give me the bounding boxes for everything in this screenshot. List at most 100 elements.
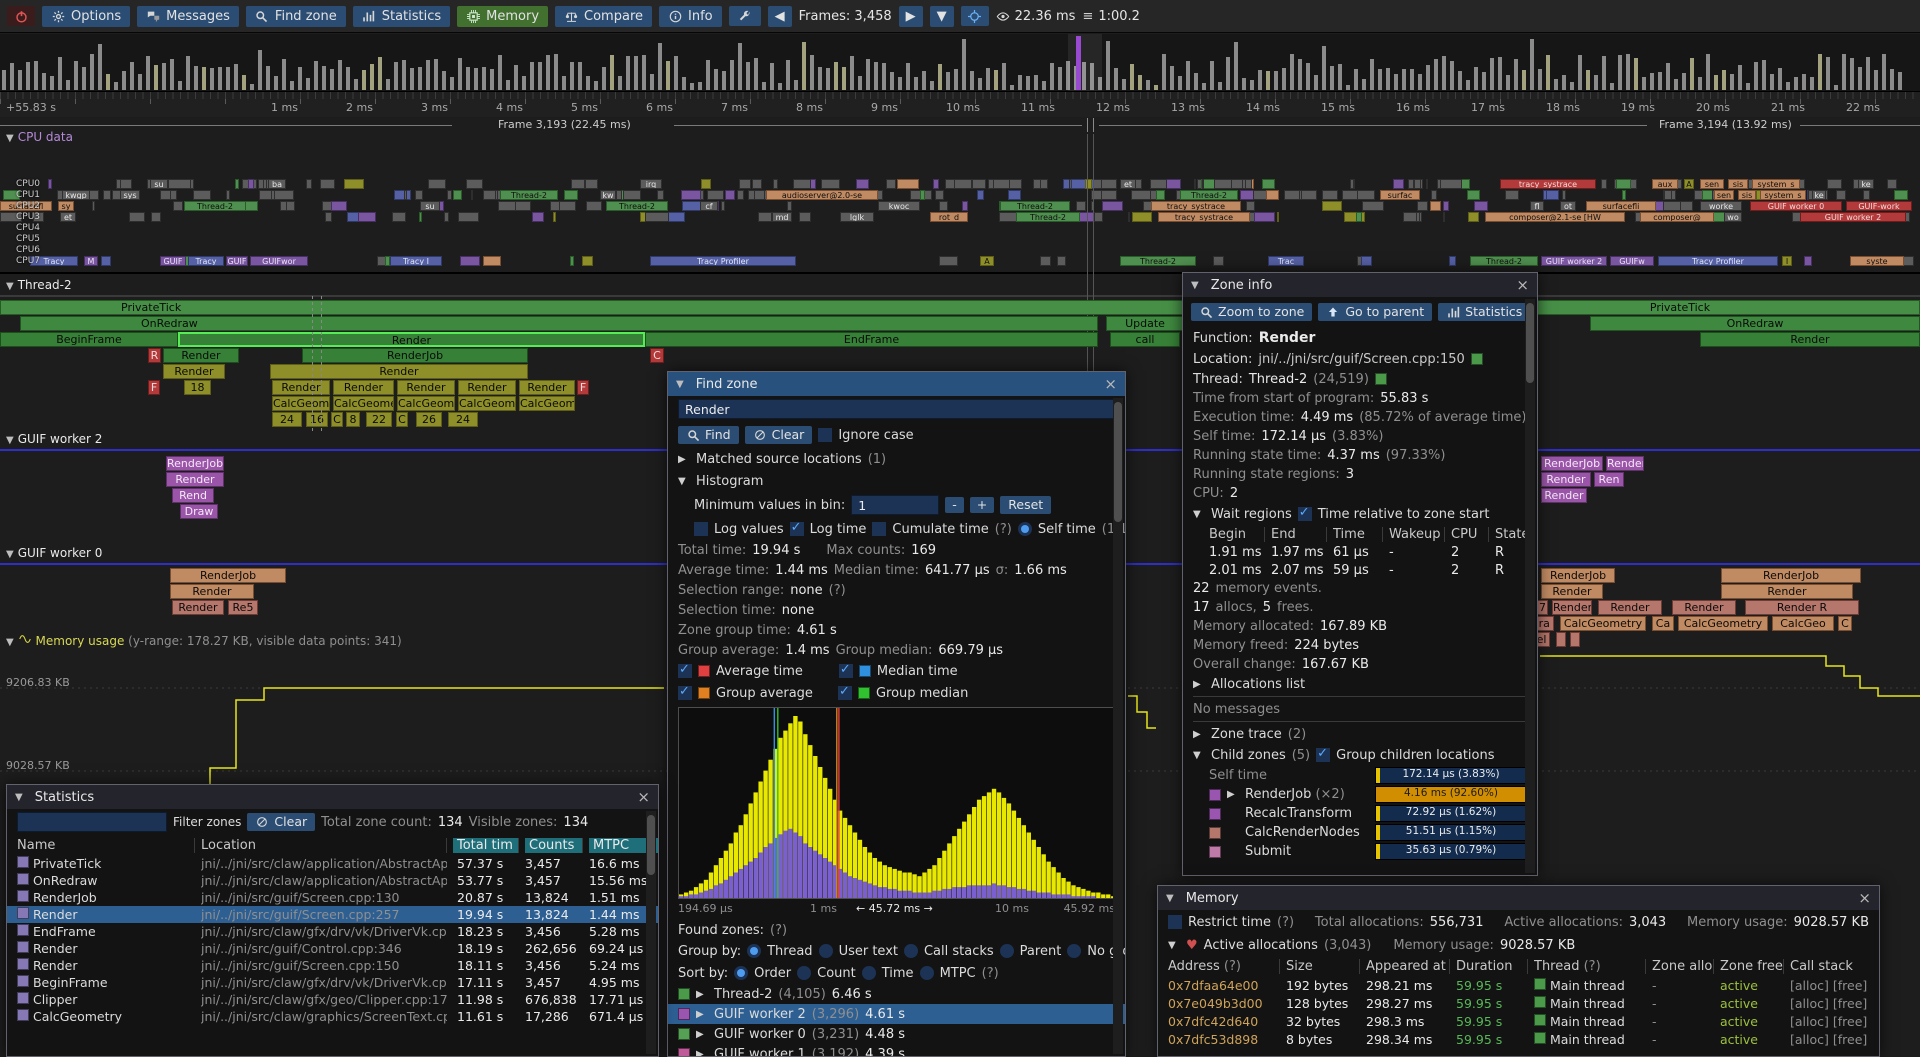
cpu-segment[interactable]: GUIFw	[1610, 256, 1654, 266]
child-zone-row[interactable]: CalcRenderNodes51.51 µs (1.15%)	[1183, 823, 1537, 842]
minimap-frame-bar[interactable]	[946, 72, 950, 90]
collapse-icon[interactable]: ▼	[1193, 750, 1205, 761]
allocation-row[interactable]: 0x7dfc42d64032 bytes298.3 ms59.95 s Main…	[1158, 1012, 1879, 1030]
cpu-segment[interactable]	[358, 212, 376, 222]
timeline-zone[interactable]: Render	[333, 380, 394, 395]
minimap-frame-bar[interactable]	[1890, 69, 1894, 90]
minimap-frame-bar[interactable]	[1354, 69, 1358, 90]
minimap-frame-bar[interactable]	[250, 84, 254, 90]
minimap-frame-bar[interactable]	[994, 70, 998, 90]
timeline-zone[interactable]: CalcGeometry	[1560, 616, 1646, 631]
minimap-frame-bar[interactable]	[1786, 82, 1790, 90]
cpu-segment[interactable]: composer@2.1-se [HW	[1485, 212, 1625, 222]
child-zone-row[interactable]: Submit35.63 µs (0.79%)	[1183, 842, 1537, 861]
cpu-segment[interactable]	[428, 179, 446, 189]
minimap-frame-bar[interactable]	[482, 67, 486, 90]
minimap-frame-bar[interactable]	[754, 58, 758, 90]
cpu-segment[interactable]	[1131, 190, 1151, 200]
cpu-segment[interactable]	[1616, 179, 1631, 189]
cpu-segment[interactable]: ba	[268, 179, 286, 189]
cpu-segment[interactable]	[1214, 179, 1232, 189]
cpu-segment[interactable]	[173, 201, 183, 211]
minimap-frame-bar[interactable]	[490, 69, 494, 90]
timeline-zone[interactable]: RenderJob	[166, 456, 224, 471]
timeline-zone[interactable]: RenderJob	[170, 568, 286, 583]
timeline-zone[interactable]: Render	[1721, 584, 1853, 599]
cpu-segment[interactable]: A	[1684, 179, 1694, 189]
cpu-segment[interactable]	[1468, 212, 1479, 222]
minimap-frame-bar[interactable]	[914, 77, 918, 90]
minimap-frame-bar[interactable]	[562, 76, 566, 90]
table-header[interactable]: Begin	[1209, 527, 1265, 542]
table-header[interactable]: Time	[1333, 527, 1383, 542]
minimap-frame-bar[interactable]	[618, 76, 622, 90]
minimap-frame-bar[interactable]	[50, 76, 54, 90]
cpu-segment[interactable]: syste	[1850, 256, 1904, 266]
minimap-frame-bar[interactable]	[26, 62, 30, 90]
cpu-segment[interactable]: M	[84, 256, 98, 266]
minimap-frame-bar[interactable]	[1554, 79, 1558, 90]
minimap-frame-bar[interactable]	[1546, 55, 1550, 90]
minimap-frame-bar[interactable]	[1866, 57, 1870, 90]
collapse-icon[interactable]: ▼	[15, 792, 23, 803]
minimap-frame-bar[interactable]	[82, 67, 86, 90]
minimap-frame-bar[interactable]	[1282, 68, 1286, 90]
minimap-frame-bar[interactable]	[986, 68, 990, 90]
child-zone-row[interactable]: RecalcTransform72.92 µs (1.62%)	[1183, 804, 1537, 823]
cpu-segment[interactable]: GUIF-work	[1846, 201, 1912, 211]
cpu-segment[interactable]: aux	[1652, 179, 1678, 189]
group-median-line-checkbox[interactable]	[838, 686, 852, 700]
child-zone-bar[interactable]: 172.14 µs (3.83%)	[1375, 767, 1527, 784]
cpu-segment[interactable]	[1546, 190, 1559, 200]
cpu-segment[interactable]: composer@	[1640, 212, 1714, 222]
minimap-frame-bar[interactable]	[170, 59, 174, 90]
restrict-time-checkbox[interactable]	[1168, 915, 1182, 929]
timeline-zone[interactable]: CalcGeo	[1772, 616, 1834, 631]
cpu-segment[interactable]	[1440, 179, 1462, 189]
minimap-frame-bar[interactable]	[818, 67, 822, 90]
minimap-frame-bar[interactable]	[1306, 63, 1310, 90]
cpu-segment[interactable]: sis	[1728, 179, 1748, 189]
cpu-segment[interactable]	[248, 179, 254, 189]
timeline-zone[interactable]: Render	[163, 364, 225, 379]
minimap-frame-bar[interactable]	[1114, 68, 1118, 90]
statistics-row[interactable]: RenderJobjni/../jni/src/guif/Screen.cpp:…	[7, 889, 658, 906]
zoom-to-zone-button[interactable]: Zoom to zone	[1191, 303, 1312, 321]
minimap-frame-bar[interactable]	[122, 71, 126, 90]
thread-header[interactable]: ▼GUIF worker 2	[6, 432, 102, 446]
minimap-frame-bar[interactable]	[1706, 54, 1710, 90]
table-header[interactable]: CPU	[1451, 527, 1489, 542]
alloc-callstack-link[interactable]: [alloc]	[1790, 1032, 1829, 1047]
cpu-segment[interactable]	[1664, 190, 1672, 200]
minimap-frame-bar[interactable]	[234, 64, 238, 90]
minimap-frame-bar[interactable]	[1170, 66, 1174, 90]
free-callstack-link[interactable]: [free]	[1833, 1032, 1867, 1047]
cpu-segment[interactable]	[721, 201, 725, 211]
cpu-segment[interactable]	[1057, 256, 1066, 266]
collapse-icon[interactable]: ▼	[1193, 509, 1205, 520]
minimap-frame-bar[interactable]	[922, 71, 926, 90]
minimap-frame-bar[interactable]	[826, 68, 830, 90]
minimap-frame-bar[interactable]	[394, 62, 398, 90]
minimap-frame-bar[interactable]	[114, 82, 118, 90]
cpu-segment[interactable]	[1443, 201, 1449, 211]
frame-dropdown-button[interactable]: ▼	[930, 6, 954, 27]
cpu-segment[interactable]: wo	[1724, 212, 1742, 222]
cpu-segment[interactable]	[623, 190, 641, 200]
minimap-frame-bar[interactable]	[10, 63, 14, 90]
window-title-bar[interactable]: ▼Find zone×	[668, 372, 1125, 396]
cpu-segment[interactable]: Thread-2	[1016, 212, 1080, 222]
timeline-zone[interactable]: Render	[178, 332, 645, 347]
timeline-zone[interactable]: Update	[1106, 316, 1184, 331]
minimap-frame-bar[interactable]	[314, 61, 318, 90]
cpu-segment[interactable]: irq	[640, 179, 662, 189]
cpu-segment[interactable]: surfac	[1380, 190, 1420, 200]
minimap-frame-bar[interactable]	[370, 64, 374, 90]
minimap-frame-bar[interactable]	[498, 55, 502, 90]
minimap-frame-bar[interactable]	[1898, 72, 1902, 90]
minimap-frame-bar[interactable]	[146, 56, 150, 90]
cpu-segment[interactable]	[1443, 212, 1445, 222]
close-icon[interactable]: ×	[1516, 278, 1529, 293]
cpu-segment[interactable]	[392, 212, 406, 222]
cpu-segment[interactable]	[129, 212, 145, 222]
